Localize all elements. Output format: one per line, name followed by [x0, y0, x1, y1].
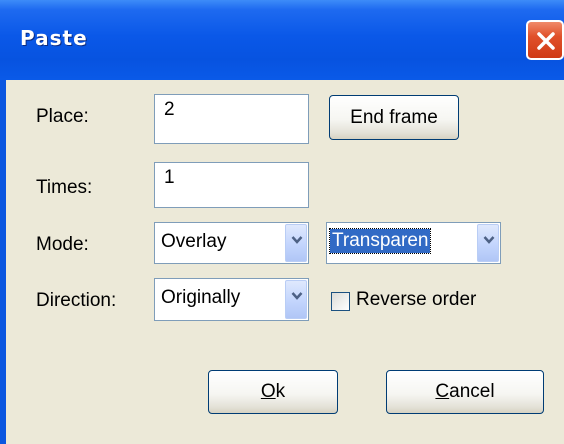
mode-label: Mode:	[36, 234, 89, 255]
chevron-down-icon	[291, 292, 303, 300]
dialog-title: Paste	[20, 26, 88, 50]
direction-select[interactable]: Originally	[154, 278, 309, 321]
direction-label: Direction:	[36, 290, 117, 311]
place-label: Place:	[36, 106, 89, 127]
close-button[interactable]	[526, 20, 564, 60]
dialog-body: Place: 2 End frame Times: 1 Mode: Overla…	[6, 80, 564, 444]
cancel-button-accelerator: C	[435, 381, 450, 402]
end-frame-button[interactable]: End frame	[329, 95, 459, 140]
chevron-down-icon	[291, 236, 303, 244]
mode-select[interactable]: Overlay	[154, 222, 309, 264]
ok-button-label: k	[275, 381, 286, 402]
times-label: Times:	[36, 177, 93, 198]
chevron-down-icon	[483, 236, 495, 244]
mode-select-dropdown-button[interactable]	[285, 224, 307, 262]
place-input[interactable]: 2	[154, 94, 309, 144]
close-icon	[537, 32, 555, 50]
cancel-button[interactable]: Cancel	[386, 370, 544, 414]
times-input[interactable]: 1	[154, 162, 309, 208]
direction-select-value: Originally	[161, 287, 241, 308]
title-bar[interactable]: Paste	[0, 0, 564, 80]
ok-button[interactable]: Ok	[208, 370, 338, 414]
blend-select-value: Transparen	[328, 228, 432, 254]
blend-select[interactable]: Transparen	[326, 222, 501, 264]
mode-select-value: Overlay	[161, 231, 227, 252]
blend-select-dropdown-button[interactable]	[477, 224, 499, 262]
direction-select-dropdown-button[interactable]	[285, 280, 307, 319]
ok-button-accelerator: O	[260, 381, 276, 402]
reverse-order-label[interactable]: Reverse order	[356, 289, 476, 311]
paste-dialog: Paste Place: 2 End frame Times: 1 Mode: …	[0, 0, 564, 444]
reverse-order-checkbox[interactable]	[331, 292, 350, 311]
cancel-button-label: ancel	[449, 381, 495, 402]
